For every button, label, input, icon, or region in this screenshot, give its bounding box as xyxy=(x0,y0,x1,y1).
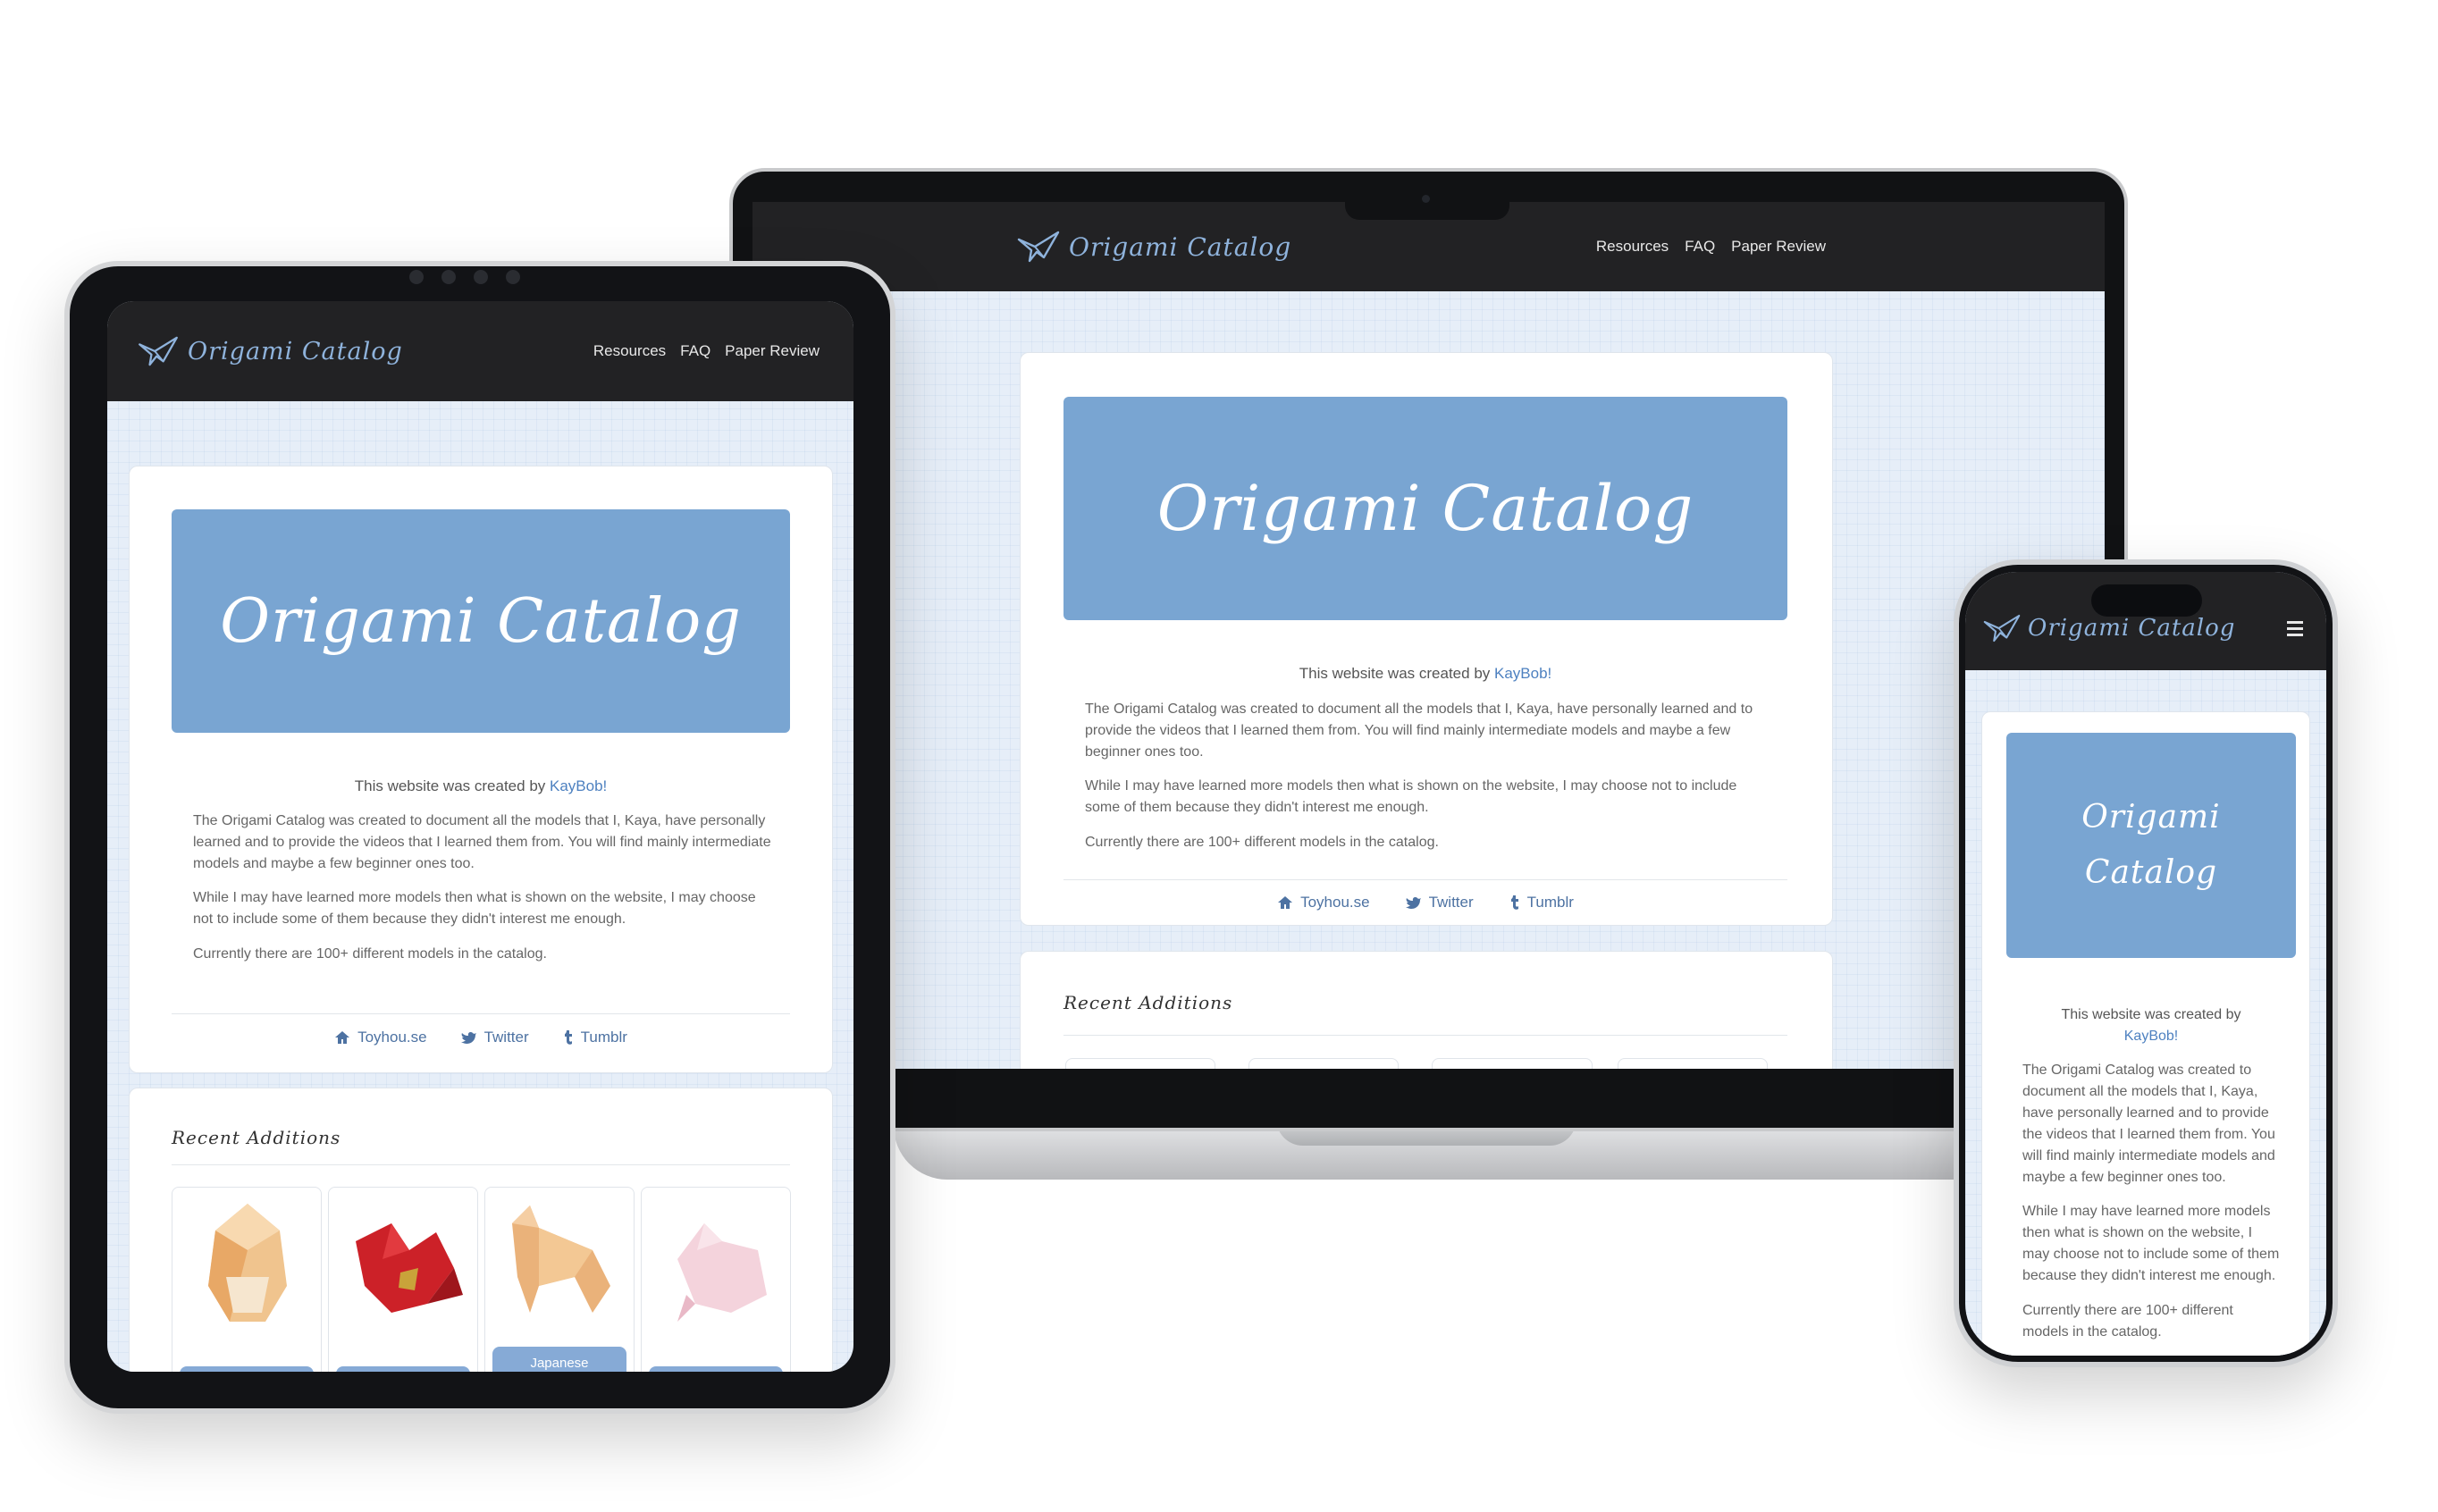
nav-links: Resources FAQ Paper Review xyxy=(593,342,820,360)
origami-cat-image xyxy=(512,1205,610,1313)
tumblr-icon xyxy=(564,1030,572,1045)
credit-text: This website was created by xyxy=(1299,665,1494,682)
twitter-label: Twitter xyxy=(1428,894,1474,911)
nav-paper-review[interactable]: Paper Review xyxy=(725,342,820,360)
hero-title: Origami Catalog xyxy=(2081,799,2221,891)
brand-name: Origami Catalog xyxy=(1069,231,1292,262)
model-caption xyxy=(649,1366,783,1372)
tablet-screen: Origami Catalog Resources FAQ Paper Revi… xyxy=(107,301,853,1372)
home-icon xyxy=(335,1031,350,1044)
credit-text: This website was created by xyxy=(2061,1007,2241,1022)
divider xyxy=(1063,879,1787,880)
hero-title: Origami Catalog xyxy=(1156,472,1694,545)
twitter-link[interactable]: Twitter xyxy=(1405,894,1474,911)
phone-screen: Origami Catalog Origami Catalog This web… xyxy=(1965,572,2326,1356)
intro-paragraph: While I may have learned more models the… xyxy=(2022,1204,2280,1284)
toyhouse-label: Toyhou.se xyxy=(357,1029,427,1046)
model-card[interactable] xyxy=(1065,1058,1215,1069)
recent-title: Recent Additions xyxy=(172,1127,341,1148)
brand-name: Origami Catalog xyxy=(188,337,403,365)
divider xyxy=(172,1013,790,1014)
credit-line: This website was created by KayBob! xyxy=(2019,1004,2283,1047)
paper-crane-icon xyxy=(139,336,178,366)
intro-paragraph: Currently there are 100+ different model… xyxy=(2022,1302,2233,1340)
model-card[interactable] xyxy=(1618,1058,1768,1069)
tumblr-label: Tumblr xyxy=(1526,894,1574,911)
nav-faq[interactable]: FAQ xyxy=(680,342,710,360)
hero-banner: Origami Catalog xyxy=(172,509,790,733)
intro-paragraph: While I may have learned more models the… xyxy=(193,890,756,928)
origami-hamster-image xyxy=(208,1204,287,1322)
intro-text: The Origami Catalog was created to docum… xyxy=(193,811,772,978)
tumblr-label: Tumblr xyxy=(580,1029,627,1046)
divider xyxy=(1063,1035,1787,1036)
brand[interactable]: Origami Catalog xyxy=(1017,231,1291,263)
credit-text: This website was created by xyxy=(354,777,550,794)
nav-paper-review[interactable]: Paper Review xyxy=(1731,238,1826,256)
hero-banner: Origami Catalog xyxy=(2006,733,2296,958)
toyhouse-link[interactable]: Toyhou.se xyxy=(1277,894,1370,911)
intro-paragraph: While I may have learned more models the… xyxy=(1085,778,1737,816)
intro-paragraph: Currently there are 100+ different model… xyxy=(193,945,547,962)
model-card[interactable] xyxy=(328,1187,478,1372)
brand-name: Origami Catalog xyxy=(2028,615,2236,642)
model-card[interactable] xyxy=(1432,1058,1593,1069)
twitter-link[interactable]: Twitter xyxy=(460,1029,529,1046)
model-caption: Japanese xyxy=(492,1347,626,1372)
laptop-camera xyxy=(1422,195,1430,203)
home-icon xyxy=(1278,896,1293,909)
intro-paragraph: The Origami Catalog was created to docum… xyxy=(193,813,771,871)
author-link[interactable]: KayBob! xyxy=(550,777,607,794)
model-card[interactable] xyxy=(641,1187,791,1372)
social-links: Toyhou.se Twitter Tumblr xyxy=(1063,894,1787,911)
author-link[interactable]: KayBob! xyxy=(2124,1029,2178,1044)
brand[interactable]: Origami Catalog xyxy=(138,336,403,366)
intro-paragraph: Currently there are 100+ different model… xyxy=(1085,834,1439,850)
credit-line: This website was created by KayBob! xyxy=(172,777,790,795)
hero-title: Origami Catalog xyxy=(220,585,742,657)
nav-faq[interactable]: FAQ xyxy=(1685,238,1715,256)
origami-mouse-image xyxy=(677,1223,767,1322)
tumblr-icon xyxy=(1510,895,1518,910)
model-caption xyxy=(180,1366,314,1372)
nav-resources[interactable]: Resources xyxy=(1596,238,1669,256)
paper-crane-icon xyxy=(1017,231,1060,263)
tablet-camera xyxy=(409,270,520,284)
twitter-icon xyxy=(1405,896,1421,909)
hamburger-icon[interactable] xyxy=(2287,620,2303,636)
phone-dynamic-island xyxy=(2091,584,2202,617)
hero-banner: Origami Catalog xyxy=(1063,397,1787,620)
nav-links: Resources FAQ Paper Review xyxy=(1596,238,1826,256)
intro-paragraph: The Origami Catalog was created to docum… xyxy=(2022,1063,2275,1185)
intro-text: The Origami Catalog was created to docum… xyxy=(1085,699,1764,866)
toyhouse-label: Toyhou.se xyxy=(1300,894,1370,911)
author-link[interactable]: KayBob! xyxy=(1494,665,1551,682)
twitter-icon xyxy=(460,1031,476,1044)
divider xyxy=(172,1164,790,1165)
credit-line: This website was created by KayBob! xyxy=(1063,665,1787,683)
model-card[interactable]: Japanese xyxy=(484,1187,635,1372)
social-links: Toyhou.se Twitter Tumblr xyxy=(172,1029,790,1046)
laptop-notch xyxy=(1345,189,1509,220)
model-card[interactable] xyxy=(172,1187,322,1372)
toyhouse-link[interactable]: Toyhou.se xyxy=(334,1029,427,1046)
tumblr-link[interactable]: Tumblr xyxy=(563,1029,627,1046)
navbar: Origami Catalog Resources FAQ Paper Revi… xyxy=(107,301,853,401)
intro-text: The Origami Catalog was created to docum… xyxy=(2022,1060,2280,1356)
tumblr-link[interactable]: Tumblr xyxy=(1509,894,1574,911)
nav-resources[interactable]: Resources xyxy=(593,342,666,360)
laptop-screen: Origami Catalog Resources FAQ Paper Revi… xyxy=(752,202,2105,1069)
recent-title: Recent Additions xyxy=(1063,992,1233,1013)
paper-crane-icon xyxy=(1983,614,2021,643)
brand[interactable]: Origami Catalog xyxy=(1983,614,2235,643)
model-card[interactable] xyxy=(1248,1058,1399,1069)
twitter-label: Twitter xyxy=(483,1029,529,1046)
origami-dragon-image xyxy=(356,1223,463,1313)
model-caption xyxy=(336,1366,470,1372)
intro-paragraph: The Origami Catalog was created to docum… xyxy=(1085,701,1753,760)
